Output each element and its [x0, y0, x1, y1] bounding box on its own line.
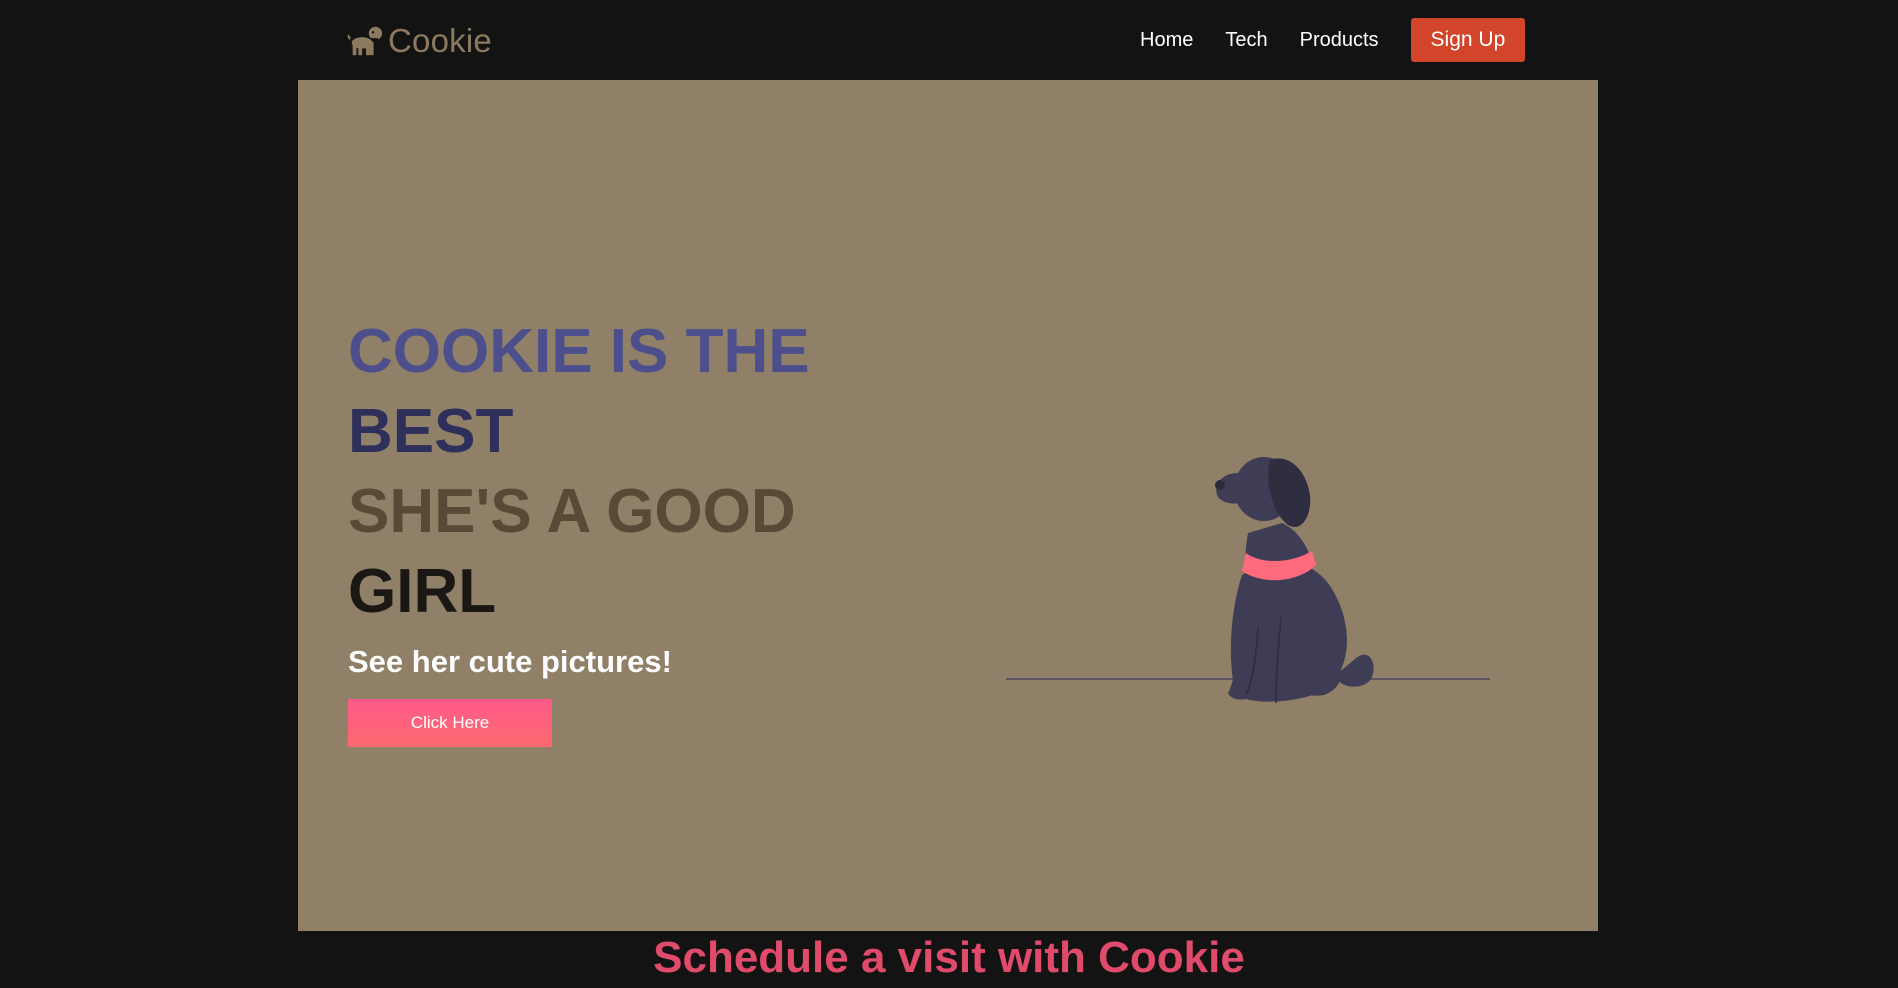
brand-name: Cookie — [388, 21, 492, 59]
hero-heading-line: COOKIE IS THE — [348, 317, 810, 386]
nav-link-tech[interactable]: Tech — [1225, 18, 1267, 62]
nav-link-home[interactable]: Home — [1140, 18, 1193, 62]
dog-icon — [347, 26, 383, 56]
sign-up-button[interactable]: Sign Up — [1410, 18, 1526, 62]
sitting-dog-illustration — [1006, 457, 1490, 704]
nav-link-products[interactable]: Products — [1300, 18, 1379, 62]
navbar: Cookie Home Tech Products Sign Up — [0, 0, 1898, 80]
brand-logo-link[interactable]: Cookie — [346, 18, 492, 62]
hero-heading-line: SHE'S A GOOD — [348, 477, 796, 546]
hero-heading-line: BEST — [348, 397, 514, 466]
hero-section: COOKIE IS THE BEST SHE'S A GOOD GIRL See… — [298, 80, 1598, 931]
hero-heading-line: GIRL — [348, 557, 497, 626]
dog-figure — [1215, 457, 1374, 704]
hero-subheading: See her cute pictures! — [348, 644, 672, 679]
hero-heading: COOKIE IS THE BEST SHE'S A GOOD GIRL — [348, 312, 868, 632]
next-section-title: Schedule a visit with Cookie — [653, 933, 1245, 982]
nav-menu: Home Tech Products Sign Up — [1140, 18, 1526, 62]
click-here-button[interactable]: Click Here — [348, 699, 552, 747]
